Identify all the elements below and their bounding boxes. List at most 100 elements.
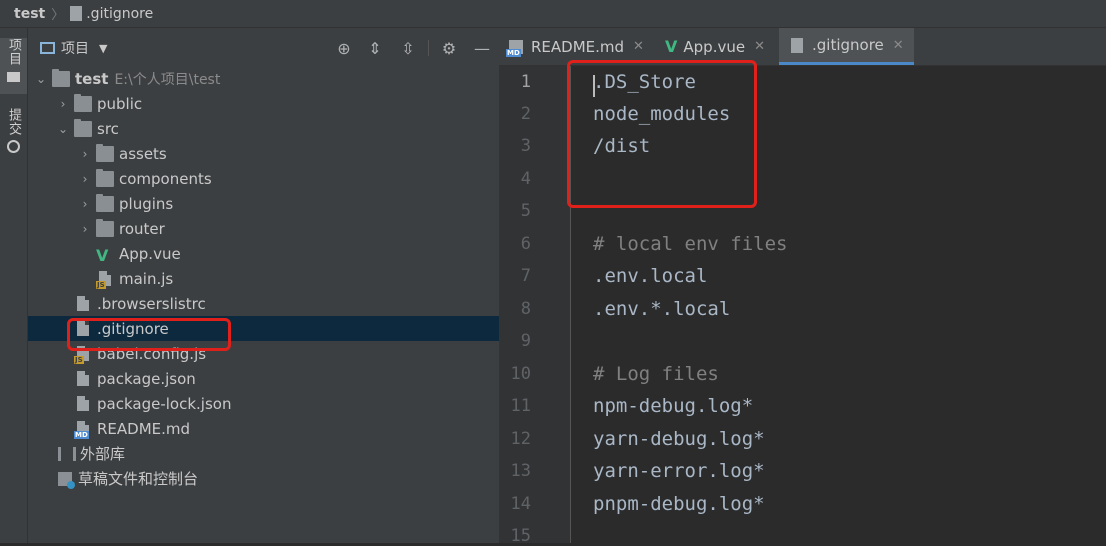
project-tool-label: 项目 <box>6 38 21 66</box>
chevron-down-icon[interactable]: ▼ <box>99 42 107 55</box>
tree-item-browserslistrc[interactable]: .browserslistrc <box>28 291 541 316</box>
tree-item-label: README.md <box>97 419 191 438</box>
tree-item-label: components <box>119 169 212 188</box>
folder-icon <box>7 72 20 82</box>
tool-window-strip: 项目 提交 <box>0 28 28 543</box>
collapse-all-icon[interactable]: ⇳ <box>398 38 418 58</box>
folder-icon <box>96 193 114 212</box>
tree-item-label: assets <box>119 144 167 163</box>
tree-item-label: 草稿文件和控制台 <box>78 470 199 488</box>
code-line[interactable]: npm-debug.log* <box>593 395 753 417</box>
folder-icon <box>96 218 114 237</box>
code-line[interactable]: pnpm-debug.log* <box>593 493 765 515</box>
tree-item-plugins[interactable]: › plugins <box>28 191 549 216</box>
tree-item-path: E:\个人项目\test <box>114 71 221 88</box>
editor-gutter: 1 2 3 4 5 6 7 8 9 10 11 12 13 14 15 <box>499 66 571 546</box>
hide-panel-icon[interactable]: — <box>472 38 492 58</box>
close-icon[interactable]: ✕ <box>633 39 644 54</box>
code-line[interactable]: .env.*.local <box>593 298 730 320</box>
project-tool-tab[interactable]: 项目 <box>0 38 27 94</box>
js-file-icon: JS <box>96 271 111 289</box>
line-number: 11 <box>510 396 531 416</box>
commit-tool-label: 提交 <box>6 108 21 136</box>
tree-item-main-js[interactable]: JS main.js <box>28 266 563 291</box>
line-number: 3 <box>520 136 531 156</box>
md-file-icon: MD <box>74 421 89 439</box>
code-line[interactable]: yarn-debug.log* <box>593 428 765 450</box>
breadcrumb-file[interactable]: .gitignore <box>86 6 153 22</box>
chevron-right-icon[interactable]: › <box>78 172 92 186</box>
breadcrumb-project[interactable]: test <box>14 6 45 22</box>
line-number: 8 <box>520 299 531 319</box>
line-number: 10 <box>510 364 531 384</box>
tab-gitignore[interactable]: .gitignore ✕ <box>779 28 914 65</box>
tree-item-package-lock-json[interactable]: package-lock.json <box>28 391 541 416</box>
tree-item-readme[interactable]: MD README.md <box>28 416 541 441</box>
line-number: 13 <box>510 461 531 481</box>
line-number: 4 <box>520 169 531 189</box>
line-number: 15 <box>510 526 531 546</box>
locate-file-icon[interactable]: ⊕ <box>334 38 354 58</box>
tree-item-package-json[interactable]: package.json <box>28 366 541 391</box>
expand-all-icon[interactable]: ⇕ <box>365 38 385 58</box>
tree-item-src[interactable]: ⌄ src <box>28 116 527 141</box>
chevron-right-icon[interactable]: › <box>56 97 70 111</box>
tree-item-assets[interactable]: › assets <box>28 141 549 166</box>
line-number: 7 <box>520 266 531 286</box>
code-line[interactable]: # local env files <box>593 233 787 255</box>
commit-icon <box>7 140 20 153</box>
md-file-icon: MD <box>506 39 523 57</box>
tab-label: README.md <box>531 37 625 56</box>
tree-item-label: package-lock.json <box>97 394 232 413</box>
tree-item-label: package.json <box>97 369 196 388</box>
code-line[interactable]: # Log files <box>593 363 719 385</box>
tree-item-label: .browserslistrc <box>97 294 206 313</box>
folder-icon <box>96 143 114 162</box>
tree-item-external-libraries[interactable]: 外部库 <box>28 441 521 466</box>
json-file-icon <box>77 371 89 386</box>
tree-item-label: test <box>75 69 109 88</box>
tree-item-scratches[interactable]: 草稿文件和控制台 <box>28 466 521 491</box>
close-icon[interactable]: ✕ <box>754 39 765 54</box>
gear-icon[interactable]: ⚙ <box>439 38 459 58</box>
folder-icon <box>74 93 92 112</box>
line-number: 1 <box>520 72 531 92</box>
chevron-right-icon[interactable]: › <box>78 147 92 161</box>
text-file-icon <box>77 296 89 311</box>
tree-item-router[interactable]: › router <box>28 216 549 241</box>
close-icon[interactable]: ✕ <box>893 38 904 53</box>
code-line[interactable]: .env.local <box>593 265 707 287</box>
line-number: 6 <box>520 234 531 254</box>
tree-item-components[interactable]: › components <box>28 166 549 191</box>
line-number: 12 <box>510 429 531 449</box>
tree-item-public[interactable]: › public <box>28 91 527 116</box>
project-panel-title[interactable]: 项目 <box>61 38 89 58</box>
chevron-down-icon[interactable]: ⌄ <box>34 72 48 86</box>
ignore-file-icon <box>791 37 803 53</box>
chevron-right-icon[interactable]: › <box>78 222 92 236</box>
scratch-icon <box>58 471 75 489</box>
line-number: 2 <box>520 104 531 124</box>
ignore-file-icon <box>70 6 83 21</box>
tree-item-label: App.vue <box>119 244 181 263</box>
commit-tool-tab[interactable]: 提交 <box>0 108 27 158</box>
tree-item-label: 外部库 <box>80 445 126 463</box>
code-line[interactable]: yarn-error.log* <box>593 460 765 482</box>
chevron-down-icon[interactable]: ⌄ <box>56 122 70 136</box>
tree-item-label: public <box>97 94 143 113</box>
tree-item-label: src <box>97 119 119 138</box>
library-icon <box>58 446 76 461</box>
line-number: 5 <box>520 201 531 221</box>
line-number: 14 <box>510 494 531 514</box>
chevron-right-icon[interactable]: › <box>78 197 92 211</box>
tree-item-app-vue[interactable]: V App.vue <box>28 241 563 266</box>
line-number: 9 <box>520 331 531 351</box>
vue-file-icon: V <box>96 245 109 265</box>
navigation-bar: test 〉 .gitignore <box>0 0 1106 28</box>
folder-icon <box>96 168 114 187</box>
tree-item-label: router <box>119 219 165 238</box>
tree-item-test[interactable]: ⌄ test E:\个人项目\test <box>28 66 505 91</box>
tree-item-label: plugins <box>119 194 174 213</box>
project-view-icon <box>40 42 55 54</box>
breadcrumb-separator-icon: 〉 <box>51 8 65 23</box>
